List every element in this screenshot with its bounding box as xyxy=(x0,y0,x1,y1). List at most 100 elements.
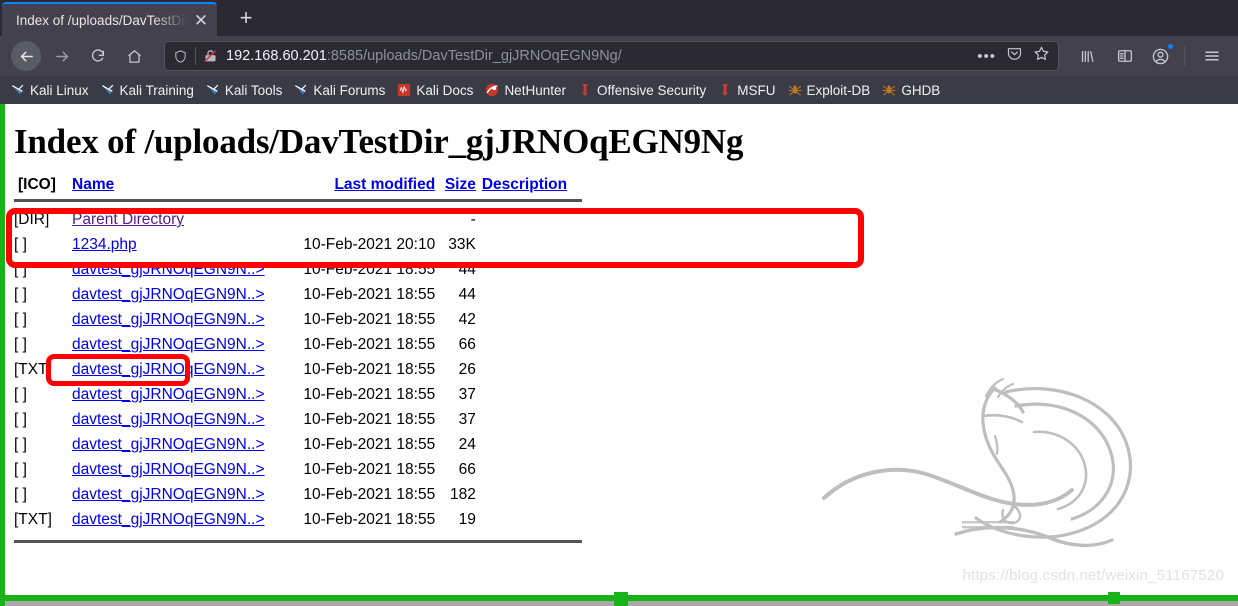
new-tab-button[interactable]: + xyxy=(229,3,263,33)
kali-wordmark xyxy=(962,521,1014,529)
bookmark-label: Kali Linux xyxy=(30,82,89,98)
row-size: 37 xyxy=(458,411,476,428)
sort-by-size-link[interactable]: Size xyxy=(445,176,476,193)
row-description xyxy=(482,357,582,382)
offsec-icon xyxy=(722,84,729,96)
file-link-davtest-gjjrnoqegn9n[interactable]: davtest_gjJRNOqEGN9N..> xyxy=(72,386,265,403)
bookmark-msfu[interactable]: MSFU xyxy=(713,81,780,100)
row-last-modified: 10-Feb-2021 18:55 xyxy=(303,361,436,378)
footer-separator xyxy=(14,532,582,548)
table-row: [ ] davtest_gjJRNOqEGN9N..> 10-Feb-2021 18… xyxy=(14,432,582,457)
exploitdb-spider-icon xyxy=(788,83,802,97)
kali-dragon-icon xyxy=(11,83,25,97)
kali-dragon-icon xyxy=(101,83,115,97)
row-description xyxy=(482,232,582,257)
bookmark-kali-forums[interactable]: Kali Forums xyxy=(289,81,390,100)
column-header-name: Name xyxy=(72,176,290,196)
table-row: [ ] davtest_gjJRNOqEGN9N..> 10-Feb-2021 18… xyxy=(14,282,582,307)
file-link-davtest-gjjrnoqegn9n[interactable]: davtest_gjJRNOqEGN9N..> xyxy=(72,286,265,303)
bookmark-kali-docs[interactable]: Kali Docs xyxy=(392,81,478,100)
file-link-davtest-gjjrnoqegn9n[interactable]: davtest_gjJRNOqEGN9N..> xyxy=(72,436,265,453)
row-name-cell: davtest_gjJRNOqEGN9N..> xyxy=(72,407,290,432)
row-name-cell: davtest_gjJRNOqEGN9N..> xyxy=(72,332,290,357)
toolbar-separator xyxy=(1184,46,1185,66)
url-host: 192.168.60.201 xyxy=(226,48,327,64)
sort-by-description-link[interactable]: Description xyxy=(482,176,567,193)
bookmark-exploit-db[interactable]: Exploit-DB xyxy=(783,81,876,100)
file-link-davtest-gjjrnoqegn9n[interactable]: davtest_gjJRNOqEGN9N..> xyxy=(72,486,265,503)
page-actions-button[interactable]: ••• xyxy=(977,49,996,64)
kali-dragon-icon xyxy=(295,84,307,95)
row-name-cell: davtest_gjJRNOqEGN9N..> xyxy=(72,457,290,482)
row-last-modified: 10-Feb-2021 18:55 xyxy=(303,286,436,303)
row-icon: [ ] xyxy=(14,336,27,353)
row-name-cell: Parent Directory xyxy=(72,207,290,232)
file-link-davtest-gjjrnoqegn9n[interactable]: davtest_gjJRNOqEGN9N..> xyxy=(72,411,265,428)
file-link-1234-php[interactable]: 1234.php xyxy=(72,236,137,253)
row-name-cell: davtest_gjJRNOqEGN9N..> xyxy=(72,382,290,407)
sidebar-button[interactable] xyxy=(1110,41,1140,71)
close-icon[interactable]: ✕ xyxy=(191,12,211,29)
url-bar[interactable]: 192.168.60.201:8585/uploads/DavTestDir_g… xyxy=(164,41,1059,71)
sort-by-date-link[interactable]: Last modified xyxy=(334,176,435,193)
home-button[interactable] xyxy=(119,41,149,71)
row-description xyxy=(482,432,582,457)
tab-title: Index of /uploads/DavTestDir_gjJRNOqEGN9… xyxy=(16,12,191,28)
reload-icon xyxy=(91,49,105,62)
bookmark-label: Kali Docs xyxy=(416,82,474,98)
bookmark-star-icon[interactable] xyxy=(1033,45,1050,67)
library-button[interactable] xyxy=(1072,41,1102,71)
table-row: [ ] davtest_gjJRNOqEGN9N..> 10-Feb-2021 18… xyxy=(14,457,582,482)
library-icon xyxy=(1081,50,1093,62)
offsec-icon xyxy=(578,83,592,97)
bookmark-label: NetHunter xyxy=(504,82,566,98)
row-icon: [TXT] xyxy=(14,511,52,528)
bookmark-kali-training[interactable]: Kali Training xyxy=(96,81,199,100)
forward-button[interactable] xyxy=(47,41,77,71)
file-link-davtest-gjjrnoqegn9n[interactable]: davtest_gjJRNOqEGN9N..> xyxy=(72,361,265,378)
back-button[interactable] xyxy=(11,41,41,71)
browser-tab[interactable]: Index of /uploads/DavTestDir_gjJRNOqEGN9… xyxy=(2,2,217,36)
broken-lock-icon[interactable] xyxy=(203,48,218,64)
shield-icon[interactable] xyxy=(173,49,188,64)
row-last-modified: 10-Feb-2021 20:10 xyxy=(303,236,436,253)
row-last-modified: 10-Feb-2021 18:55 xyxy=(303,411,436,428)
row-icon: [ ] xyxy=(14,261,27,278)
offsec-icon xyxy=(581,84,589,96)
reload-button[interactable] xyxy=(83,41,113,71)
row-name-cell: davtest_gjJRNOqEGN9N..> xyxy=(72,307,290,332)
row-last-modified: 10-Feb-2021 18:55 xyxy=(303,261,436,278)
account-button[interactable] xyxy=(1145,41,1175,71)
row-name-cell: davtest_gjJRNOqEGN9N..> xyxy=(72,282,290,307)
file-link-davtest-gjjrnoqegn9n[interactable]: davtest_gjJRNOqEGN9N..> xyxy=(72,311,265,328)
file-link-davtest-gjjrnoqegn9n[interactable]: davtest_gjJRNOqEGN9N..> xyxy=(72,511,265,528)
file-link-davtest-gjjrnoqegn9n[interactable]: davtest_gjJRNOqEGN9N..> xyxy=(72,461,265,478)
bookmark-offensive-security[interactable]: Offensive Security xyxy=(573,81,711,100)
row-name-cell: davtest_gjJRNOqEGN9N..> xyxy=(72,357,290,382)
sort-by-name-link[interactable]: Name xyxy=(72,176,114,193)
pocket-icon[interactable] xyxy=(1006,45,1023,67)
bookmark-ghdb[interactable]: GHDB xyxy=(877,81,945,100)
bookmark-kali-tools[interactable]: Kali Tools xyxy=(201,81,288,100)
row-name-cell: 1234.php xyxy=(72,232,290,257)
row-size: 42 xyxy=(458,311,476,328)
bookmark-nethunter[interactable]: NetHunter xyxy=(480,81,571,100)
bookmark-label: MSFU xyxy=(737,82,776,98)
bookmark-label: Exploit-DB xyxy=(806,82,871,98)
column-header-size: Size xyxy=(441,176,482,196)
bookmark-label: Kali Training xyxy=(119,82,194,98)
tab-strip: Index of /uploads/DavTestDir_gjJRNOqEGN9… xyxy=(0,0,1238,36)
row-name-cell: davtest_gjJRNOqEGN9N..> xyxy=(72,507,290,532)
file-link-parent-directory[interactable]: Parent Directory xyxy=(72,211,184,228)
bookmark-kali-linux[interactable]: Kali Linux xyxy=(6,81,94,100)
row-name-cell: davtest_gjJRNOqEGN9N..> xyxy=(72,482,290,507)
kali-dragon-icon xyxy=(206,84,219,95)
row-size: 24 xyxy=(458,436,476,453)
account-avatar-icon xyxy=(1152,48,1168,64)
annotation-green-handle-2 xyxy=(1108,592,1120,604)
file-link-davtest-gjjrnoqegn9n[interactable]: davtest_gjJRNOqEGN9N..> xyxy=(72,336,265,353)
url-text[interactable]: 192.168.60.201:8585/uploads/DavTestDir_g… xyxy=(226,48,969,64)
file-link-davtest-gjjrnoqegn9n[interactable]: davtest_gjJRNOqEGN9N..> xyxy=(72,261,265,278)
arrow-right-icon xyxy=(55,51,68,61)
app-menu-button[interactable] xyxy=(1197,41,1227,71)
